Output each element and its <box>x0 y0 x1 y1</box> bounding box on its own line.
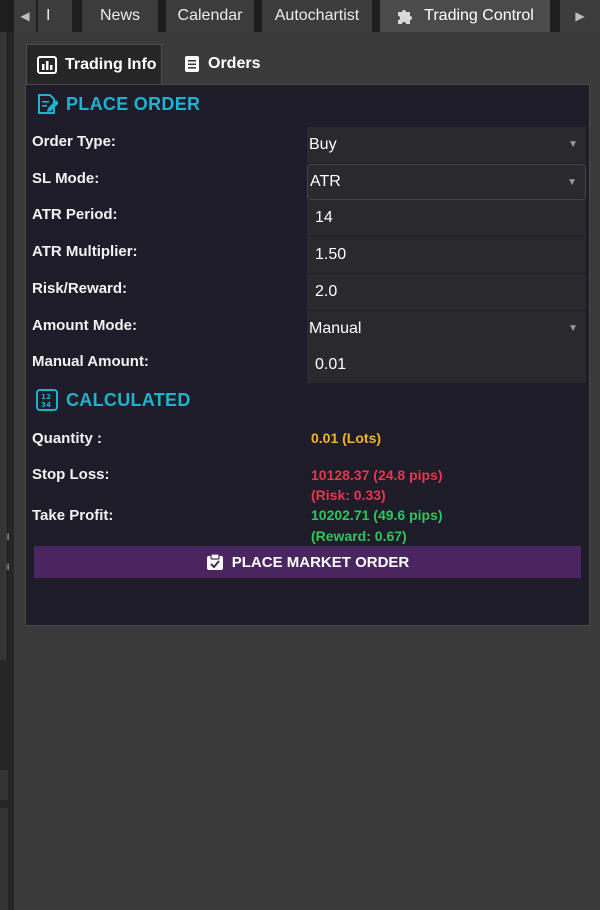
chevron-down-icon: ▼ <box>567 177 577 188</box>
svg-text:12: 12 <box>41 393 51 401</box>
left-dock-strip <box>0 808 8 910</box>
stop-loss-value: 10128.37 (24.8 pips) <box>311 467 443 483</box>
tab-scroll-right-icon[interactable]: ▶ <box>560 0 600 32</box>
tab-orders[interactable]: Orders <box>174 44 274 84</box>
tab-trading-info[interactable]: Trading Info <box>26 44 162 84</box>
tab-orders-label: Orders <box>208 55 261 72</box>
amount-mode-select[interactable]: Manual ▼ <box>307 311 586 347</box>
atr-period-input[interactable]: 14 <box>307 200 586 236</box>
sl-mode-value: ATR <box>310 173 341 190</box>
left-dock-strip <box>0 770 8 800</box>
splitter-grip-icon[interactable]: ‖ <box>6 532 10 542</box>
tab-calendar[interactable]: Calendar <box>166 0 254 32</box>
splitter-grip-icon[interactable]: ‖ <box>6 562 10 572</box>
order-type-select[interactable]: Buy ▼ <box>307 127 586 163</box>
chevron-down-icon: ▼ <box>568 323 578 334</box>
sl-mode-label: SL Mode: <box>32 170 100 187</box>
chevron-down-icon: ▼ <box>568 139 578 150</box>
order-type-value: Buy <box>309 136 337 153</box>
risk-reward-label: Risk/Reward: <box>32 280 128 297</box>
sl-mode-select[interactable]: ATR ▼ <box>307 164 586 200</box>
manual-amount-label: Manual Amount: <box>32 353 149 370</box>
place-market-order-label: PLACE MARKET ORDER <box>231 553 410 571</box>
take-profit-label: Take Profit: <box>32 507 114 524</box>
stop-loss-risk: (Risk: 0.33) <box>311 487 386 503</box>
tab-scroll-left-icon[interactable]: ◀ <box>14 0 36 32</box>
atr-multiplier-input[interactable]: 1.50 <box>307 237 586 273</box>
take-profit-reward: (Reward: 0.67) <box>311 528 407 544</box>
tab-trading-info-label: Trading Info <box>65 55 157 73</box>
atr-period-label: ATR Period: <box>32 206 118 223</box>
tab-partial[interactable]: I <box>38 0 72 32</box>
place-market-order-button[interactable]: PLACE MARKET ORDER <box>34 546 581 578</box>
amount-mode-label: Amount Mode: <box>32 317 137 334</box>
order-type-label: Order Type: <box>32 133 116 150</box>
calculator-icon: 12 34 <box>36 389 58 411</box>
puzzle-icon <box>398 10 413 24</box>
quantity-value: 0.01 (Lots) <box>311 430 382 446</box>
bar-chart-icon <box>37 55 57 74</box>
quantity-label: Quantity : <box>32 430 102 447</box>
order-panel: PLACE ORDER Order Type: Buy ▼ SL Mode: A… <box>25 84 590 626</box>
top-tab-bar: ◀ I News Calendar Autochartist Trading C… <box>0 0 600 32</box>
risk-reward-input[interactable]: 2.0 <box>307 274 586 310</box>
tab-trading-control-label: Trading Control <box>424 7 534 24</box>
stop-loss-label: Stop Loss: <box>32 466 110 483</box>
order-icon <box>206 553 223 570</box>
svg-text:34: 34 <box>41 401 51 409</box>
document-list-icon <box>185 56 199 72</box>
manual-amount-input[interactable]: 0.01 <box>307 347 586 383</box>
atr-multiplier-label: ATR Multiplier: <box>32 243 138 260</box>
tab-trading-control[interactable]: Trading Control <box>380 0 550 32</box>
calculated-heading: 12 34 CALCULATED <box>36 389 191 411</box>
tab-news[interactable]: News <box>82 0 158 32</box>
edit-document-icon <box>38 94 58 114</box>
amount-mode-value: Manual <box>309 320 362 337</box>
place-order-heading: PLACE ORDER <box>36 93 200 115</box>
tab-autochartist[interactable]: Autochartist <box>262 0 372 32</box>
take-profit-value: 10202.71 (49.6 pips) <box>311 507 443 523</box>
